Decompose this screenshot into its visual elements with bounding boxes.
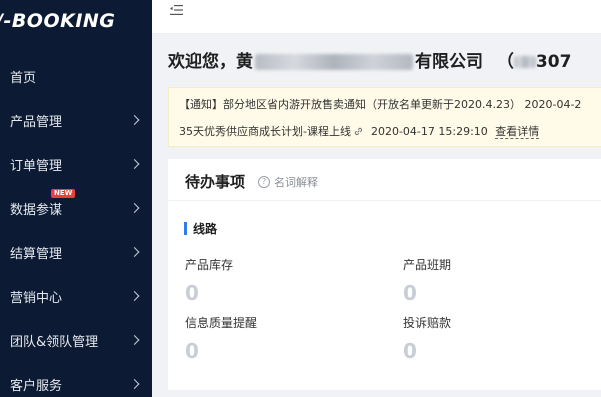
sidebar-item-settlement-management[interactable]: 结算管理 bbox=[0, 230, 152, 274]
chevron-right-icon bbox=[129, 379, 140, 389]
stat-complaint-compensation[interactable]: 投诉赔款 0 bbox=[403, 314, 451, 363]
notice-time: 2020-04-17 15:29:10 bbox=[370, 125, 488, 138]
stat-label: 信息质量提醒 bbox=[185, 316, 258, 330]
stat-info-quality-reminder[interactable]: 信息质量提醒 0 bbox=[185, 314, 257, 363]
notice-item: 35天优秀供应商成长计划-课程上线 2020-04-17 15:29:10 查看… bbox=[179, 123, 540, 139]
stat-value: 0 bbox=[403, 281, 417, 305]
sidebar-item-label: 首页 bbox=[10, 70, 37, 86]
welcome-company-suffix: 有限公司 bbox=[415, 52, 483, 72]
welcome-account-open: （ bbox=[496, 52, 514, 72]
sidebar-item-home[interactable]: 首页 bbox=[0, 54, 152, 98]
section-marker bbox=[184, 222, 187, 235]
sidebar-item-label: 营销中心 bbox=[10, 290, 63, 306]
chevron-right-icon bbox=[129, 335, 140, 345]
sidebar-item-label: 客户服务 bbox=[10, 378, 63, 394]
redacted-account-id bbox=[513, 56, 536, 68]
welcome-title: 欢迎您，黄 有限公司 （ 307 bbox=[168, 47, 571, 72]
notice-item[interactable]: 【通知】部分地区省内游开放售卖通知（开放名单更新于2020.4.23） 2020… bbox=[179, 96, 581, 112]
glossary-label: 名词解释 bbox=[274, 176, 318, 189]
sidebar-nav: 首页 产品管理 订单管理 数据参谋 NEW 结算管理 营销中心 团队&领队管理 bbox=[0, 54, 152, 397]
question-circle-icon: ? bbox=[258, 176, 270, 188]
stat-value: 0 bbox=[185, 281, 199, 305]
sidebar: /-BOOKING 首页 产品管理 订单管理 数据参谋 NEW 结算管理 营销中… bbox=[0, 0, 152, 397]
notice-text[interactable]: 35天优秀供应商成长计划-课程上线 bbox=[179, 125, 351, 138]
chevron-right-icon bbox=[129, 291, 140, 301]
section-title: 线路 bbox=[193, 222, 218, 236]
redacted-company-name bbox=[255, 54, 413, 70]
sidebar-item-label: 团队&领队管理 bbox=[10, 334, 99, 350]
section-route: 线路 bbox=[184, 220, 217, 237]
stat-product-inventory[interactable]: 产品库存 0 bbox=[185, 256, 233, 305]
chevron-right-icon bbox=[129, 115, 140, 125]
sidebar-item-customer-service[interactable]: 客户服务 bbox=[0, 362, 152, 397]
stat-label: 投诉赔款 bbox=[403, 316, 452, 330]
chevron-right-icon bbox=[129, 247, 140, 257]
chevron-right-icon bbox=[129, 159, 140, 169]
view-details-link[interactable]: 查看详情 bbox=[495, 125, 540, 139]
sidebar-item-label: 订单管理 bbox=[10, 158, 63, 174]
stat-label: 产品库存 bbox=[185, 258, 234, 272]
link-icon bbox=[355, 127, 363, 135]
stat-label: 产品班期 bbox=[403, 258, 452, 272]
sidebar-item-label: 产品管理 bbox=[10, 114, 63, 130]
sidebar-item-label: 结算管理 bbox=[10, 246, 63, 262]
stat-value: 0 bbox=[403, 339, 417, 363]
sidebar-item-data-advisor[interactable]: 数据参谋 NEW bbox=[0, 186, 152, 230]
glossary-link[interactable]: ? 名词解释 bbox=[258, 174, 318, 190]
todo-card-header: 待办事项 ? 名词解释 bbox=[168, 159, 601, 201]
stat-product-schedule[interactable]: 产品班期 0 bbox=[403, 256, 451, 305]
sidebar-item-label: 数据参谋 bbox=[10, 202, 63, 218]
chevron-right-icon bbox=[129, 203, 140, 213]
new-badge: NEW bbox=[51, 189, 76, 198]
stat-value: 0 bbox=[185, 339, 199, 363]
sidebar-item-marketing-center[interactable]: 营销中心 bbox=[0, 274, 152, 318]
todo-title: 待办事项 bbox=[185, 173, 246, 191]
sidebar-item-product-management[interactable]: 产品管理 bbox=[0, 98, 152, 142]
app-logo[interactable]: /-BOOKING bbox=[0, 10, 115, 32]
menu-fold-icon[interactable] bbox=[170, 4, 183, 16]
sidebar-item-team-leader-management[interactable]: 团队&领队管理 bbox=[0, 318, 152, 362]
sidebar-item-order-management[interactable]: 订单管理 bbox=[0, 142, 152, 186]
welcome-prefix: 欢迎您，黄 bbox=[168, 52, 253, 72]
notice-banner: 【通知】部分地区省内游开放售卖通知（开放名单更新于2020.4.23） 2020… bbox=[168, 87, 601, 147]
top-bar bbox=[152, 0, 601, 34]
welcome-account-suffix: 307 bbox=[535, 52, 572, 72]
todo-card: 待办事项 ? 名词解释 线路 产品库存 0 产品班期 0 信息质量提醒 0 投诉… bbox=[168, 159, 601, 390]
